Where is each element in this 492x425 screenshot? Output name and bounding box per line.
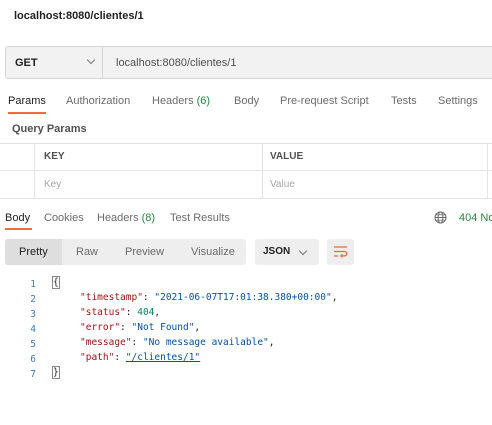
table-divider — [34, 143, 35, 198]
json-key: "timestamp" — [80, 292, 143, 303]
json-key: "status" — [80, 307, 126, 318]
json-string: "2021-06-07T17:01:38.380+00:00" — [154, 292, 332, 303]
tab-label: Body — [234, 95, 260, 107]
line-number: 6 — [30, 354, 36, 365]
tab-count: (8) — [141, 212, 156, 224]
json-number: 404 — [137, 307, 155, 318]
line-number: 7 — [30, 369, 36, 380]
response-tab-cookies[interactable]: Cookies — [44, 212, 84, 224]
method-label: GET — [15, 57, 38, 69]
tab-settings[interactable]: Settings — [438, 95, 478, 107]
line-number: 3 — [30, 309, 36, 320]
tab-label: Authorization — [66, 95, 131, 107]
tab-authorization[interactable]: Authorization — [66, 95, 130, 107]
line-number: 5 — [30, 339, 36, 350]
active-tab-indicator — [8, 112, 46, 114]
tab-label: Body — [5, 212, 31, 224]
tab-label: Pre-request Script — [280, 95, 369, 107]
tab-pre-request-script[interactable]: Pre-request Script — [280, 95, 369, 107]
table-divider — [0, 198, 492, 199]
request-title: localhost:8080/clientes/1 — [14, 10, 144, 22]
tab-label: Params — [8, 95, 46, 107]
json-line: } — [52, 366, 60, 379]
line-number: 1 — [30, 279, 36, 290]
table-divider — [487, 143, 488, 198]
wrap-lines-icon — [334, 246, 348, 258]
tab-label: Headers — [152, 95, 194, 107]
key-input[interactable]: Key — [44, 179, 61, 190]
format-pretty-button[interactable]: Pretty — [19, 246, 48, 258]
language-select-label: JSON — [263, 246, 291, 257]
line-number: 2 — [30, 294, 36, 305]
tab-body[interactable]: Body — [234, 95, 259, 107]
response-tab-headers[interactable]: Headers (8) — [97, 212, 155, 224]
json-line: "path": "/clientes/1" — [80, 352, 201, 363]
format-raw-button[interactable]: Raw — [76, 246, 98, 258]
tab-params[interactable]: Params — [8, 95, 46, 107]
globe-icon[interactable] — [434, 211, 447, 224]
json-line: "status": 404, — [80, 307, 161, 318]
json-key: "path" — [80, 352, 115, 363]
value-input[interactable]: Value — [270, 179, 295, 190]
tab-tests[interactable]: Tests — [391, 95, 417, 107]
tab-label: Tests — [391, 95, 417, 107]
tab-label: Cookies — [44, 212, 84, 224]
json-key: "message" — [80, 337, 132, 348]
json-link[interactable]: "/clientes/1" — [126, 352, 200, 363]
json-key: "error" — [80, 322, 121, 333]
line-number: 4 — [30, 324, 36, 335]
format-visualize-button[interactable]: Visualize — [191, 246, 235, 258]
response-tab-test-results[interactable]: Test Results — [170, 212, 230, 224]
json-brace: { — [52, 276, 60, 289]
table-divider — [0, 143, 492, 144]
format-preview-button[interactable]: Preview — [125, 246, 164, 258]
url-input[interactable]: localhost:8080/clientes/1 — [116, 57, 236, 69]
json-line: "error": "Not Found", — [80, 322, 201, 333]
json-line: "timestamp": "2021-06-07T17:01:38.380+00… — [80, 292, 338, 303]
column-header-key: KEY — [44, 151, 65, 162]
response-tab-body[interactable]: Body — [5, 212, 30, 224]
json-string: "No message available" — [142, 337, 269, 348]
json-line: { — [52, 276, 60, 289]
response-status: 404 No — [459, 212, 492, 224]
table-divider — [262, 143, 263, 198]
json-line: "message": "No message available", — [80, 337, 275, 348]
table-divider — [0, 170, 492, 171]
json-brace: } — [52, 366, 60, 379]
tab-headers[interactable]: Headers (6) — [152, 95, 210, 107]
tab-label: Headers — [97, 212, 139, 224]
active-response-tab-indicator — [5, 228, 32, 230]
column-header-value: VALUE — [270, 151, 304, 162]
json-string: "Not Found" — [131, 322, 195, 333]
tab-count: (6) — [196, 95, 211, 107]
query-params-title: Query Params — [12, 123, 87, 135]
tab-label: Test Results — [170, 212, 230, 224]
tab-label: Settings — [438, 95, 478, 107]
